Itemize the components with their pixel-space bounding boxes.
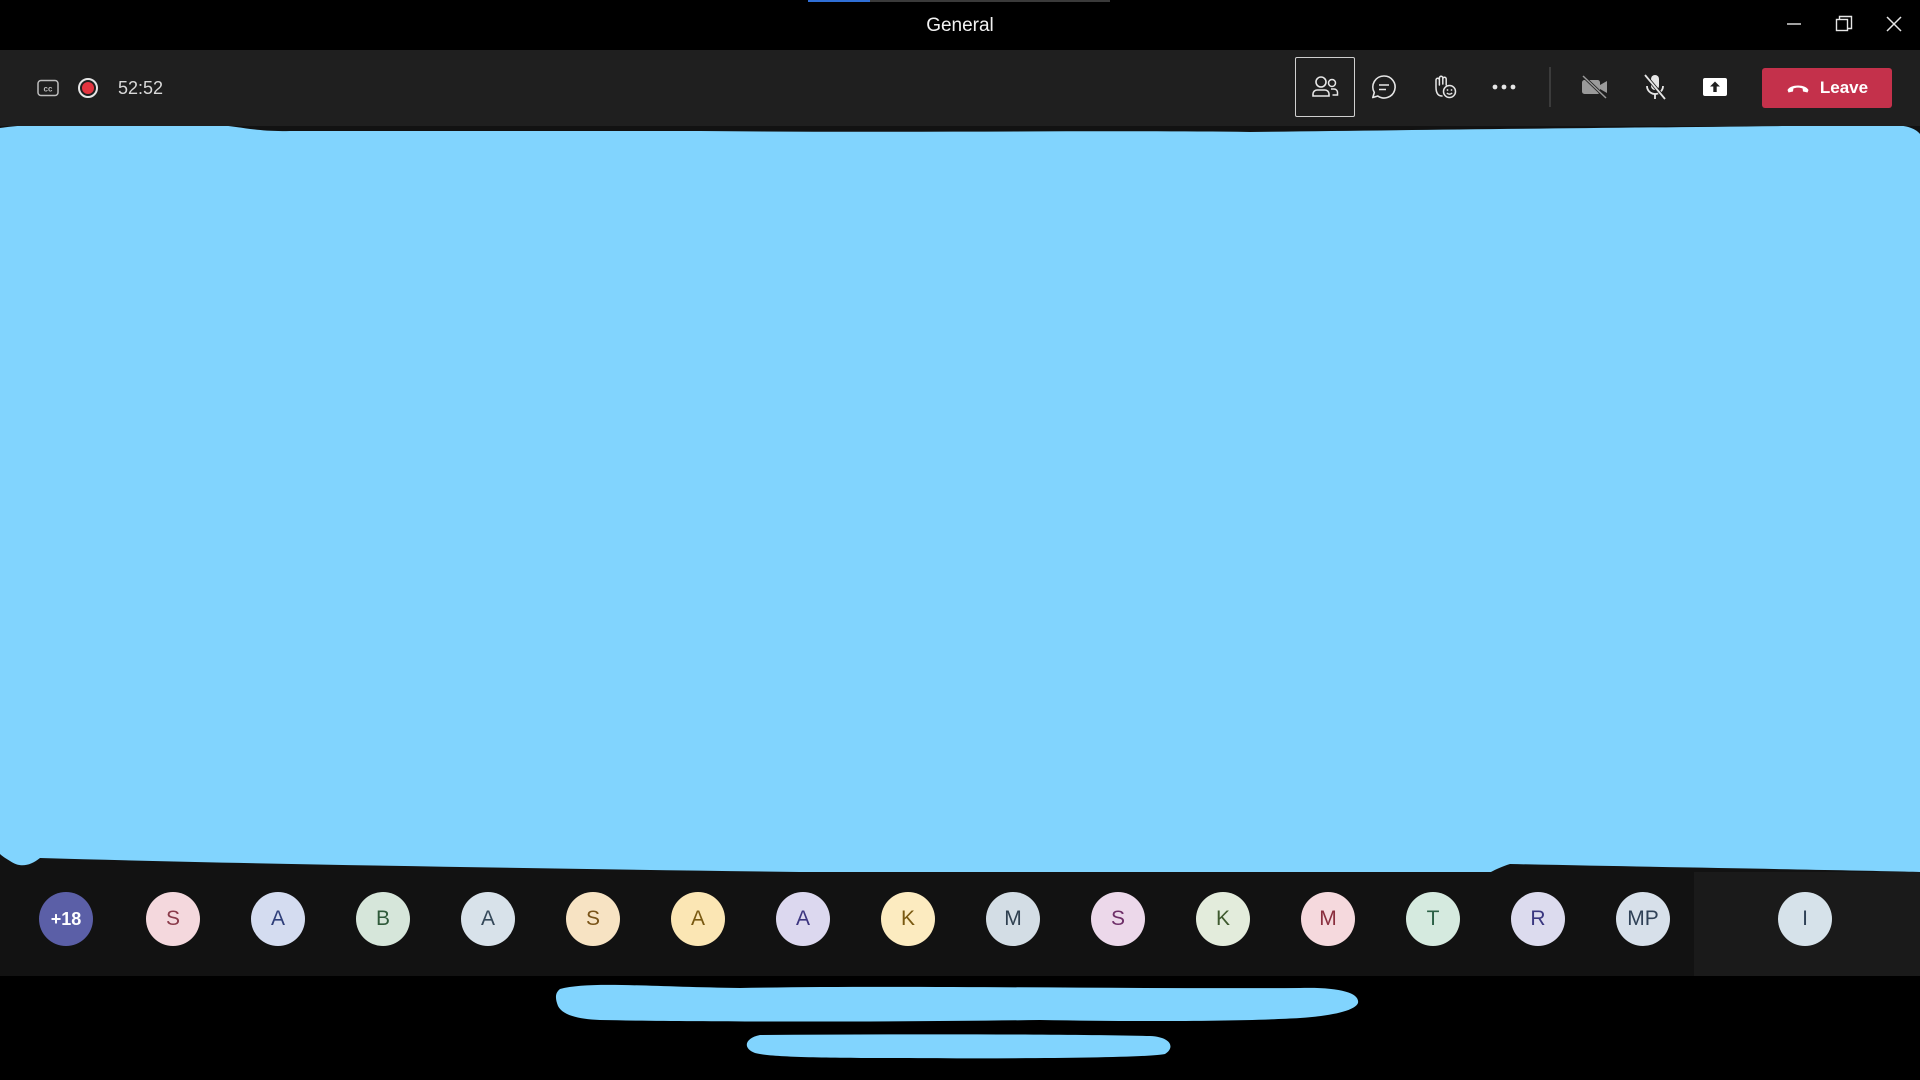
recording-indicator: [78, 78, 98, 98]
microphone-toggle-button[interactable]: [1626, 58, 1684, 116]
participant-avatar[interactable]: A: [251, 892, 305, 946]
meeting-toolbar: cc 52:52 Leave: [0, 50, 1920, 126]
meeting-stage: [0, 126, 1920, 872]
participant-initials: A: [270, 907, 285, 930]
participant-avatar[interactable]: S: [566, 892, 620, 946]
meeting-timer: 52:52: [118, 78, 164, 98]
close-window-button[interactable]: [1874, 8, 1914, 40]
participant-avatar[interactable]: K: [881, 892, 935, 946]
camera-toggle-button[interactable]: [1566, 58, 1624, 116]
participant-avatar[interactable]: S: [1091, 892, 1145, 946]
window-titlebar: General: [0, 0, 1920, 50]
hang-up-icon: [1787, 85, 1809, 93]
closed-captions-icon: cc: [37, 79, 59, 97]
microphone-off-icon: [1643, 73, 1667, 101]
participant-avatar[interactable]: A: [776, 892, 830, 946]
captions-button[interactable]: cc: [36, 77, 60, 99]
participant-avatar[interactable]: B: [356, 892, 410, 946]
leave-label: Leave: [1819, 78, 1869, 97]
participant-initials: S: [165, 907, 180, 930]
restore-icon: [1835, 15, 1853, 32]
participant-initials: MP: [1627, 907, 1659, 930]
minimize-button[interactable]: [1774, 8, 1814, 40]
participant-avatar[interactable]: S: [146, 892, 200, 946]
participant-initials: B: [375, 907, 390, 930]
participant-avatar[interactable]: MP: [1616, 892, 1670, 946]
more-horizontal-icon: [1492, 84, 1516, 90]
restore-button[interactable]: [1824, 8, 1864, 40]
share-screen-icon: [1703, 78, 1727, 96]
more-participants-badge[interactable]: +18: [39, 892, 93, 946]
participant-initials: M: [1004, 907, 1022, 930]
caption-line-1-redaction: [555, 984, 1359, 1022]
close-icon: [1886, 16, 1902, 32]
caption-area: [0, 976, 1920, 1080]
participant-initials: T: [1426, 907, 1440, 930]
participant-avatar[interactable]: M: [986, 892, 1040, 946]
participant-initials: S: [585, 907, 600, 930]
toolbar-divider: [1549, 67, 1551, 107]
participant-initials: M: [1319, 907, 1337, 930]
chat-button[interactable]: [1355, 58, 1413, 116]
participant-avatar[interactable]: A: [461, 892, 515, 946]
participant-roster: +18 I S A B A S A A K M S K M T R MP: [0, 872, 1920, 976]
participant-avatar[interactable]: A: [671, 892, 725, 946]
participant-avatar[interactable]: M: [1301, 892, 1355, 946]
participant-initials: R: [1530, 907, 1546, 930]
camera-off-icon: [1581, 74, 1608, 100]
window-title: General: [926, 15, 994, 36]
reactions-button[interactable]: [1415, 58, 1473, 116]
participant-avatar[interactable]: T: [1406, 892, 1460, 946]
raise-hand-icon: [1435, 75, 1457, 99]
recording-dot-icon: [82, 82, 94, 94]
participant-initials: A: [795, 907, 810, 930]
minimize-icon: [1787, 23, 1801, 25]
participant-initials: S: [1110, 907, 1125, 930]
participant-initials: K: [1215, 907, 1230, 930]
people-icon: [1312, 76, 1339, 97]
share-screen-button[interactable]: [1686, 58, 1744, 116]
more-participants-count: +18: [50, 908, 82, 929]
svg-text:cc: cc: [44, 85, 53, 94]
more-actions-button[interactable]: [1475, 58, 1533, 116]
caption-redaction-overlay: [555, 984, 1359, 1059]
redaction-overlay: [0, 126, 1920, 872]
self-avatar-initials: I: [1802, 907, 1808, 930]
participant-avatar[interactable]: K: [1196, 892, 1250, 946]
self-avatar[interactable]: I: [1778, 892, 1832, 946]
caption-line-2-redaction: [746, 1034, 1171, 1059]
participants-button[interactable]: [1295, 57, 1355, 117]
leave-button[interactable]: Leave: [1762, 68, 1892, 108]
participant-initials: K: [900, 907, 915, 930]
chat-icon: [1372, 75, 1396, 99]
participant-initials: A: [690, 907, 705, 930]
participant-avatar[interactable]: R: [1511, 892, 1565, 946]
participant-initials: A: [480, 907, 495, 930]
redaction-blob: [0, 126, 1920, 872]
